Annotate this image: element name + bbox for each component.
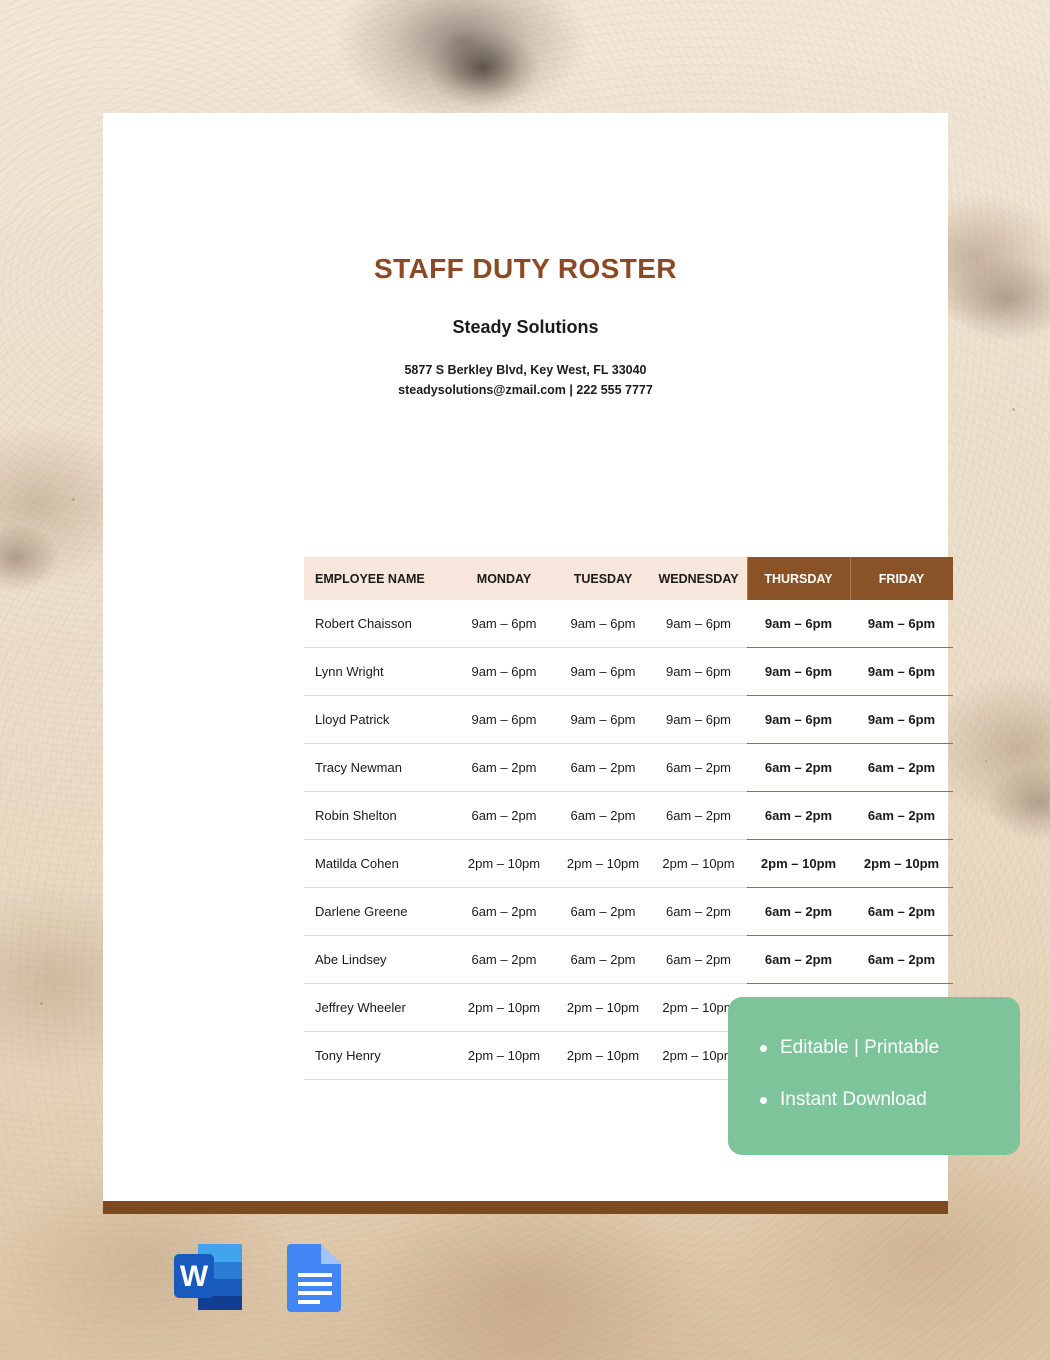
cell-thursday: 9am – 6pm: [747, 647, 850, 696]
cell-tuesday: 6am – 2pm: [556, 935, 650, 984]
cell-employee-name: Lynn Wright: [304, 647, 452, 696]
cell-monday: 6am – 2pm: [452, 887, 556, 936]
background-speck: [1012, 408, 1015, 411]
cell-wednesday: 6am – 2pm: [650, 887, 747, 936]
table-row: Lynn Wright 9am – 6pm 9am – 6pm 9am – 6pm 9a…: [304, 647, 953, 696]
cell-thursday: 6am – 2pm: [747, 935, 850, 984]
promo-item-instant-download: Instant Download: [728, 1059, 1020, 1111]
cell-monday: 6am – 2pm: [452, 935, 556, 984]
cell-employee-name: Darlene Greene: [304, 887, 452, 936]
column-header-wednesday: WEDNESDAY: [650, 557, 747, 600]
table-row: Robert Chaisson 9am – 6pm 9am – 6pm 9am – 6…: [304, 600, 953, 648]
cell-tuesday: 9am – 6pm: [556, 647, 650, 696]
company-address: 5877 S Berkley Blvd, Key West, FL 33040: [404, 363, 647, 377]
cell-employee-name: Tracy Newman: [304, 743, 452, 792]
cell-friday: 6am – 2pm: [850, 887, 953, 936]
cell-monday: 2pm – 10pm: [452, 1031, 556, 1080]
cell-friday: 6am – 2pm: [850, 935, 953, 984]
company-name: Steady Solutions: [452, 317, 599, 337]
roster-table-head: EMPLOYEE NAME MONDAY TUESDAY WEDNESDAY T…: [304, 557, 953, 600]
table-header-row: EMPLOYEE NAME MONDAY TUESDAY WEDNESDAY T…: [304, 557, 953, 600]
page-bottom-accent-bar: [103, 1201, 948, 1214]
cell-monday: 9am – 6pm: [452, 695, 556, 744]
cell-thursday: 6am – 2pm: [747, 791, 850, 840]
cell-friday: 2pm – 10pm: [850, 839, 953, 888]
cell-tuesday: 9am – 6pm: [556, 600, 650, 648]
contact-block: 5877 S Berkley Blvd, Key West, FL 33040 …: [103, 338, 948, 401]
company-contact: steadysolutions@zmail.com | 222 555 7777: [398, 383, 653, 398]
cell-thursday: 9am – 6pm: [747, 600, 850, 648]
cell-wednesday: 2pm – 10pm: [650, 839, 747, 888]
cell-wednesday: 9am – 6pm: [650, 695, 747, 744]
cell-monday: 6am – 2pm: [452, 791, 556, 840]
cell-employee-name: Matilda Cohen: [304, 839, 452, 888]
column-header-friday: FRIDAY: [850, 557, 953, 600]
cell-monday: 9am – 6pm: [452, 647, 556, 696]
promo-item-label: Instant Download: [780, 1089, 927, 1110]
cell-monday: 6am – 2pm: [452, 743, 556, 792]
table-row: Lloyd Patrick 9am – 6pm 9am – 6pm 9am – 6pm…: [304, 695, 953, 744]
promo-item-label: Editable | Printable: [780, 1037, 940, 1058]
cell-friday: 6am – 2pm: [850, 743, 953, 792]
cell-tuesday: 2pm – 10pm: [556, 1031, 650, 1080]
cell-employee-name: Robin Shelton: [304, 791, 452, 840]
cell-monday: 2pm – 10pm: [452, 839, 556, 888]
column-header-employee-name: EMPLOYEE NAME: [304, 557, 452, 600]
cell-thursday: 2pm – 10pm: [747, 839, 850, 888]
cell-friday: 9am – 6pm: [850, 647, 953, 696]
cell-tuesday: 6am – 2pm: [556, 743, 650, 792]
cell-employee-name: Lloyd Patrick: [304, 695, 452, 744]
cell-tuesday: 6am – 2pm: [556, 887, 650, 936]
cell-tuesday: 2pm – 10pm: [556, 983, 650, 1032]
table-row: Robin Shelton 6am – 2pm 6am – 2pm 6am – 2pm…: [304, 791, 953, 840]
column-header-monday: MONDAY: [452, 557, 556, 600]
bullet-dot-icon: [760, 1096, 767, 1104]
table-row: Darlene Greene 6am – 2pm 6am – 2pm 6am – 2p…: [304, 887, 953, 936]
cell-monday: 2pm – 10pm: [452, 983, 556, 1032]
cell-employee-name: Robert Chaisson: [304, 600, 452, 648]
cell-friday: 6am – 2pm: [850, 791, 953, 840]
cell-thursday: 9am – 6pm: [747, 695, 850, 744]
microsoft-word-icon[interactable]: W: [172, 1241, 244, 1318]
cell-friday: 9am – 6pm: [850, 695, 953, 744]
cell-monday: 9am – 6pm: [452, 600, 556, 648]
cell-tuesday: 6am – 2pm: [556, 791, 650, 840]
promo-item-editable-printable: Editable | Printable: [728, 997, 1020, 1059]
background-speck: [72, 498, 75, 501]
cell-thursday: 6am – 2pm: [747, 743, 850, 792]
cell-wednesday: 9am – 6pm: [650, 647, 747, 696]
page-title: STAFF DUTY ROSTER: [374, 253, 677, 284]
cell-employee-name: Abe Lindsey: [304, 935, 452, 984]
cell-wednesday: 6am – 2pm: [650, 743, 747, 792]
bullet-dot-icon: [760, 1044, 767, 1052]
promo-badge: Editable | Printable Instant Download: [728, 997, 1020, 1155]
cell-wednesday: 9am – 6pm: [650, 600, 747, 648]
google-docs-icon[interactable]: [285, 1241, 347, 1318]
cell-friday: 9am – 6pm: [850, 600, 953, 648]
cell-thursday: 6am – 2pm: [747, 887, 850, 936]
cell-tuesday: 9am – 6pm: [556, 695, 650, 744]
table-row: Matilda Cohen 2pm – 10pm 2pm – 10pm 2pm – 1…: [304, 839, 953, 888]
column-header-thursday: THURSDAY: [747, 557, 850, 600]
document-header: STAFF DUTY ROSTER Steady Solutions 5877 …: [103, 113, 948, 401]
cell-wednesday: 6am – 2pm: [650, 791, 747, 840]
cell-tuesday: 2pm – 10pm: [556, 839, 650, 888]
cell-wednesday: 6am – 2pm: [650, 935, 747, 984]
table-row: Abe Lindsey 6am – 2pm 6am – 2pm 6am – 2pm 6a…: [304, 935, 953, 984]
background-speck: [985, 760, 987, 762]
cell-employee-name: Tony Henry: [304, 1031, 452, 1080]
table-row: Tracy Newman 6am – 2pm 6am – 2pm 6am – 2pm 6…: [304, 743, 953, 792]
svg-text:W: W: [180, 1260, 209, 1293]
format-icons-row: W: [172, 1241, 347, 1318]
column-header-tuesday: TUESDAY: [556, 557, 650, 600]
background-speck: [40, 1002, 43, 1005]
cell-employee-name: Jeffrey Wheeler: [304, 983, 452, 1032]
